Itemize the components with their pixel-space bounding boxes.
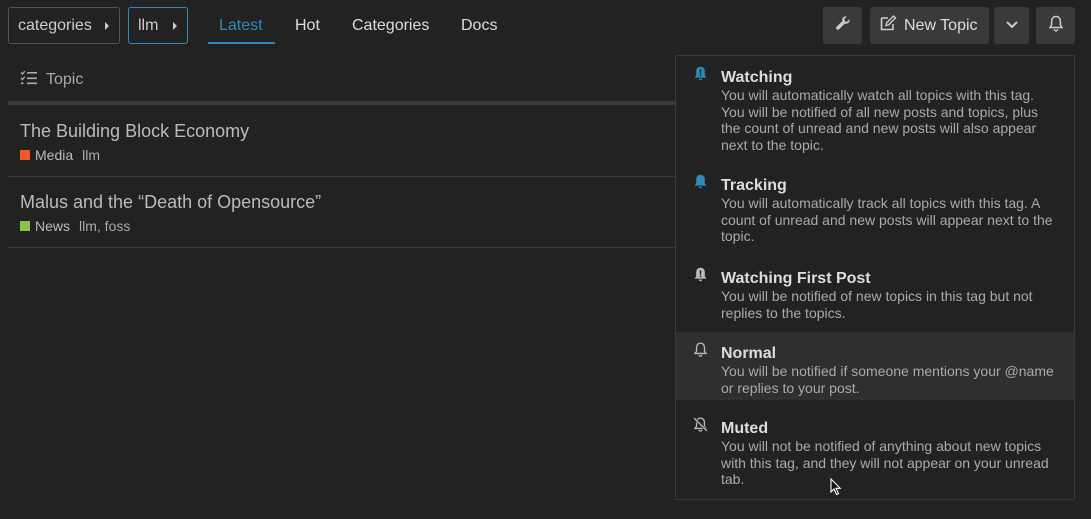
option-title: Watching First Post xyxy=(721,270,871,287)
topic-category-link[interactable]: News xyxy=(35,218,70,234)
option-title: Normal xyxy=(721,345,777,362)
topic-row: The Building Block Economy Media llm xyxy=(8,106,688,177)
topic-title-link[interactable]: The Building Block Economy xyxy=(20,121,249,142)
caret-right-icon xyxy=(103,21,111,31)
notification-option-watching[interactable]: Watching You will automatically watch al… xyxy=(676,56,1074,161)
topic-meta: News llm, foss xyxy=(20,218,130,234)
caret-right-icon xyxy=(171,21,179,31)
notification-option-muted[interactable]: Muted You will not be notified of anythi… xyxy=(676,407,1074,500)
bell-slash-icon xyxy=(693,417,708,436)
topic-title-link[interactable]: Malus and the “Death of Opensource” xyxy=(20,192,321,213)
nav-tab-docs[interactable]: Docs xyxy=(461,17,497,35)
header-divider xyxy=(8,101,688,105)
topic-row: Malus and the “Death of Opensource” News… xyxy=(8,177,688,248)
notification-option-watching-first-post[interactable]: Watching First Post You will be notified… xyxy=(676,257,1074,327)
topic-category-link[interactable]: Media xyxy=(35,147,73,163)
wrench-icon xyxy=(835,15,851,36)
tag-breadcrumb-dropdown[interactable]: llm xyxy=(128,7,188,44)
option-title: Tracking xyxy=(721,177,787,194)
notifications-button[interactable] xyxy=(1036,7,1075,44)
chevron-down-icon xyxy=(1005,17,1019,35)
admin-wrench-button[interactable] xyxy=(823,7,862,44)
notification-option-tracking[interactable]: Tracking You will automatically track al… xyxy=(676,164,1074,249)
topic-options-dropdown-button[interactable] xyxy=(994,7,1029,44)
notification-option-normal[interactable]: Normal You will be notified if someone m… xyxy=(676,332,1074,400)
topic-tags[interactable]: llm, foss xyxy=(79,218,130,234)
category-breadcrumb-label: categories xyxy=(18,16,92,34)
new-topic-label: New Topic xyxy=(904,16,978,34)
option-description: You will automatically watch all topics … xyxy=(721,87,1039,153)
bell-outline-icon xyxy=(693,342,708,361)
category-color-swatch xyxy=(20,221,30,231)
topic-meta: Media llm xyxy=(20,147,100,163)
active-tab-indicator xyxy=(208,42,275,44)
bell-outline-icon xyxy=(1048,15,1064,37)
nav-tab-hot[interactable]: Hot xyxy=(295,17,320,35)
option-description: You will automatically track all topics … xyxy=(721,195,1053,244)
edit-icon xyxy=(880,15,897,36)
tag-breadcrumb-label: llm xyxy=(138,16,159,34)
option-title: Watching xyxy=(721,69,793,86)
category-color-swatch xyxy=(20,150,30,160)
option-description: You will be notified if someone mentions… xyxy=(721,363,1054,396)
bell-exclamation-icon xyxy=(693,66,708,85)
topic-column-header[interactable]: Topic xyxy=(46,71,83,89)
option-description: You will not be notified of anything abo… xyxy=(721,438,1049,487)
bell-exclamation-icon xyxy=(693,267,708,286)
list-check-icon[interactable] xyxy=(20,70,37,90)
nav-tab-categories[interactable]: Categories xyxy=(352,17,429,35)
mouse-cursor-icon xyxy=(830,477,842,500)
category-breadcrumb-dropdown[interactable]: categories xyxy=(8,7,120,44)
topic-tags[interactable]: llm xyxy=(82,147,100,163)
notification-level-menu: Watching You will automatically watch al… xyxy=(675,55,1075,500)
option-description: You will be notified of new topics in th… xyxy=(721,288,1033,321)
option-title: Muted xyxy=(721,420,769,437)
nav-tab-latest[interactable]: Latest xyxy=(219,17,263,35)
topic-list-header: Topic xyxy=(20,70,83,90)
new-topic-button[interactable]: New Topic xyxy=(870,7,989,44)
bell-icon xyxy=(693,174,708,193)
